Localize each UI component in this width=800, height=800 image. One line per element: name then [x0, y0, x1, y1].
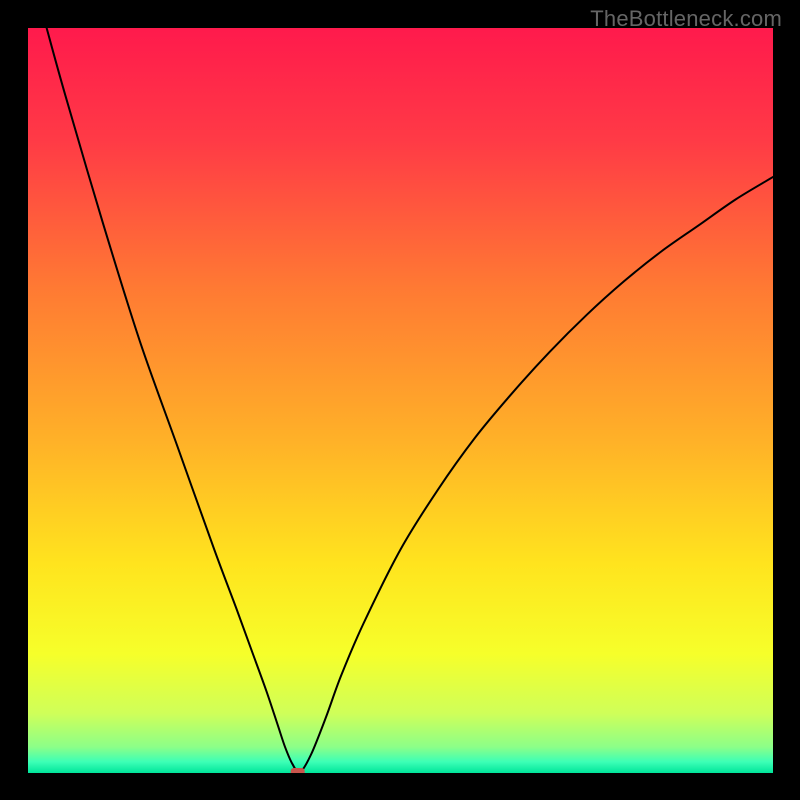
- watermark-text: TheBottleneck.com: [590, 6, 782, 32]
- bottleneck-plot: [28, 28, 773, 773]
- plot-background: [28, 28, 773, 773]
- chart-frame: TheBottleneck.com: [0, 0, 800, 800]
- optimal-marker: [291, 768, 305, 773]
